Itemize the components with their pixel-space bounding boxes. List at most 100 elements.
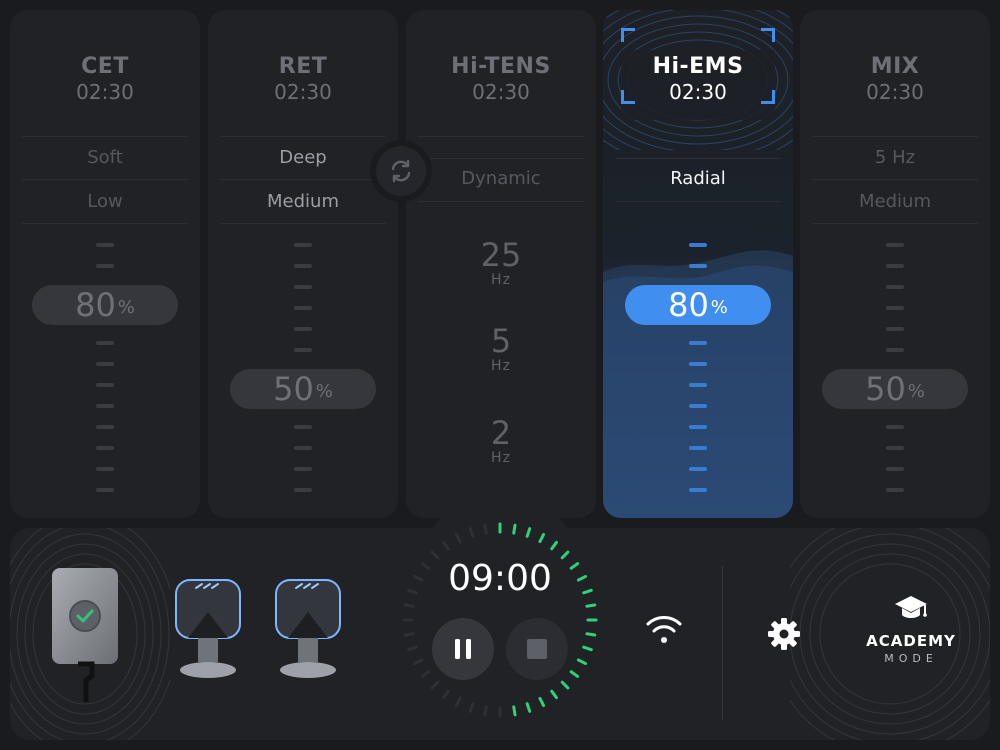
progress-tick: [412, 658, 424, 666]
mode-column-mix[interactable]: MIX 02:30 5 Hz Medium 50%: [800, 10, 990, 518]
intensity-tick: [886, 327, 904, 331]
mode-option[interactable]: Soft: [10, 147, 200, 168]
progress-tick: [560, 550, 570, 560]
progress-tick: [576, 574, 588, 582]
divider: [220, 136, 386, 137]
progress-tick: [576, 658, 588, 666]
mode-option[interactable]: Dynamic: [406, 168, 596, 189]
progress-tick: [403, 632, 415, 637]
mode-time: 02:30: [76, 80, 134, 104]
mode-time: 02:30: [866, 80, 924, 104]
progress-tick: [454, 532, 462, 544]
mode-column-hi-ems[interactable]: Hi-EMS 02:30 Radial 80%: [603, 10, 793, 518]
mode-option[interactable]: Medium: [208, 191, 398, 212]
divider: [22, 223, 188, 224]
intensity-tick: [96, 488, 114, 492]
progress-tick: [403, 603, 415, 608]
intensity-tick: [689, 446, 707, 450]
mode-title: RET: [278, 54, 328, 79]
frequency-option[interactable]: 25 Hz: [406, 238, 596, 288]
mode-option[interactable]: Medium: [800, 191, 990, 212]
intensity-pill[interactable]: 50%: [822, 369, 968, 409]
progress-tick: [585, 603, 597, 608]
applicator-1[interactable]: [168, 568, 248, 684]
intensity-tick: [886, 348, 904, 352]
divider: [220, 179, 386, 180]
stop-button[interactable]: [506, 618, 568, 680]
progress-tick: [512, 523, 517, 535]
intensity-tick: [886, 264, 904, 268]
mode-option[interactable]: Low: [10, 191, 200, 212]
handpiece-holder[interactable]: [48, 566, 124, 702]
stop-icon: [527, 639, 547, 659]
mode-title: CET: [81, 54, 129, 79]
progress-tick: [585, 632, 597, 637]
academy-mode-button[interactable]: ACADEMY MODE: [852, 594, 970, 665]
progress-tick: [538, 532, 546, 544]
progress-tick: [420, 670, 431, 678]
intensity-tick: [96, 404, 114, 408]
swap-modes-button[interactable]: [370, 140, 432, 202]
divider: [418, 136, 584, 137]
divider: [22, 179, 188, 180]
intensity-pill[interactable]: 50%: [230, 369, 376, 409]
intensity-tick: [886, 243, 904, 247]
progress-tick: [525, 527, 532, 538]
academy-title: ACADEMY: [866, 632, 956, 650]
mode-column-cet[interactable]: CET 02:30 Soft Low 80%: [10, 10, 200, 518]
intensity-pill[interactable]: 80%: [625, 285, 771, 325]
intensity-tick: [96, 383, 114, 387]
divider: [812, 223, 978, 224]
bottom-divider: [722, 566, 723, 720]
pause-button[interactable]: [432, 618, 494, 680]
mode-column-ret[interactable]: RET 02:30 Deep Medium 50%: [208, 10, 398, 518]
intensity-tick: [96, 467, 114, 471]
mode-column-hi-tens[interactable]: Hi-TENS 02:30 Dynamic 25 Hz 5 Hz 2 Hz: [406, 10, 596, 518]
intensity-tick: [294, 243, 312, 247]
intensity-tick: [886, 488, 904, 492]
intensity-tick: [689, 404, 707, 408]
frequency-unit: Hz: [491, 450, 511, 466]
progress-tick: [468, 702, 475, 713]
frequency-option[interactable]: 2 Hz: [406, 416, 596, 466]
selection-corner: [621, 28, 635, 42]
intensity-tick: [96, 446, 114, 450]
applicator-2[interactable]: [268, 568, 348, 684]
progress-tick: [442, 540, 450, 551]
progress-tick: [512, 705, 517, 717]
mode-time: 02:30: [669, 80, 727, 104]
intensity-tick: [886, 285, 904, 289]
intensity-tick: [689, 243, 707, 247]
progress-tick: [569, 670, 580, 678]
progress-tick: [468, 527, 475, 538]
intensity-value: 80: [668, 286, 709, 324]
intensity-tick: [294, 488, 312, 492]
wifi-icon[interactable]: [645, 614, 683, 646]
mode-title: MIX: [870, 54, 920, 79]
intensity-tick: [294, 285, 312, 289]
intensity-unit: %: [117, 296, 135, 318]
progress-tick: [582, 645, 593, 652]
mode-option[interactable]: 5 Hz: [800, 147, 990, 168]
intensity-unit: %: [907, 380, 925, 402]
divider: [615, 201, 781, 202]
intensity-tick: [96, 341, 114, 345]
intensity-pill[interactable]: 80%: [32, 285, 178, 325]
divider: [812, 136, 978, 137]
intensity-tick: [96, 243, 114, 247]
frequency-option[interactable]: 5 Hz: [406, 324, 596, 374]
intensity-tick: [294, 264, 312, 268]
progress-tick: [538, 696, 546, 708]
academy-subtitle: MODE: [884, 652, 938, 665]
progress-tick: [550, 540, 558, 551]
intensity-tick: [689, 467, 707, 471]
intensity-tick: [689, 425, 707, 429]
mode-option[interactable]: Radial: [603, 168, 793, 189]
gear-icon[interactable]: [766, 616, 802, 652]
divider: [812, 179, 978, 180]
intensity-tick: [886, 446, 904, 450]
intensity-tick: [294, 348, 312, 352]
progress-tick: [569, 562, 580, 570]
divider: [220, 223, 386, 224]
intensity-value: 50: [865, 370, 906, 408]
